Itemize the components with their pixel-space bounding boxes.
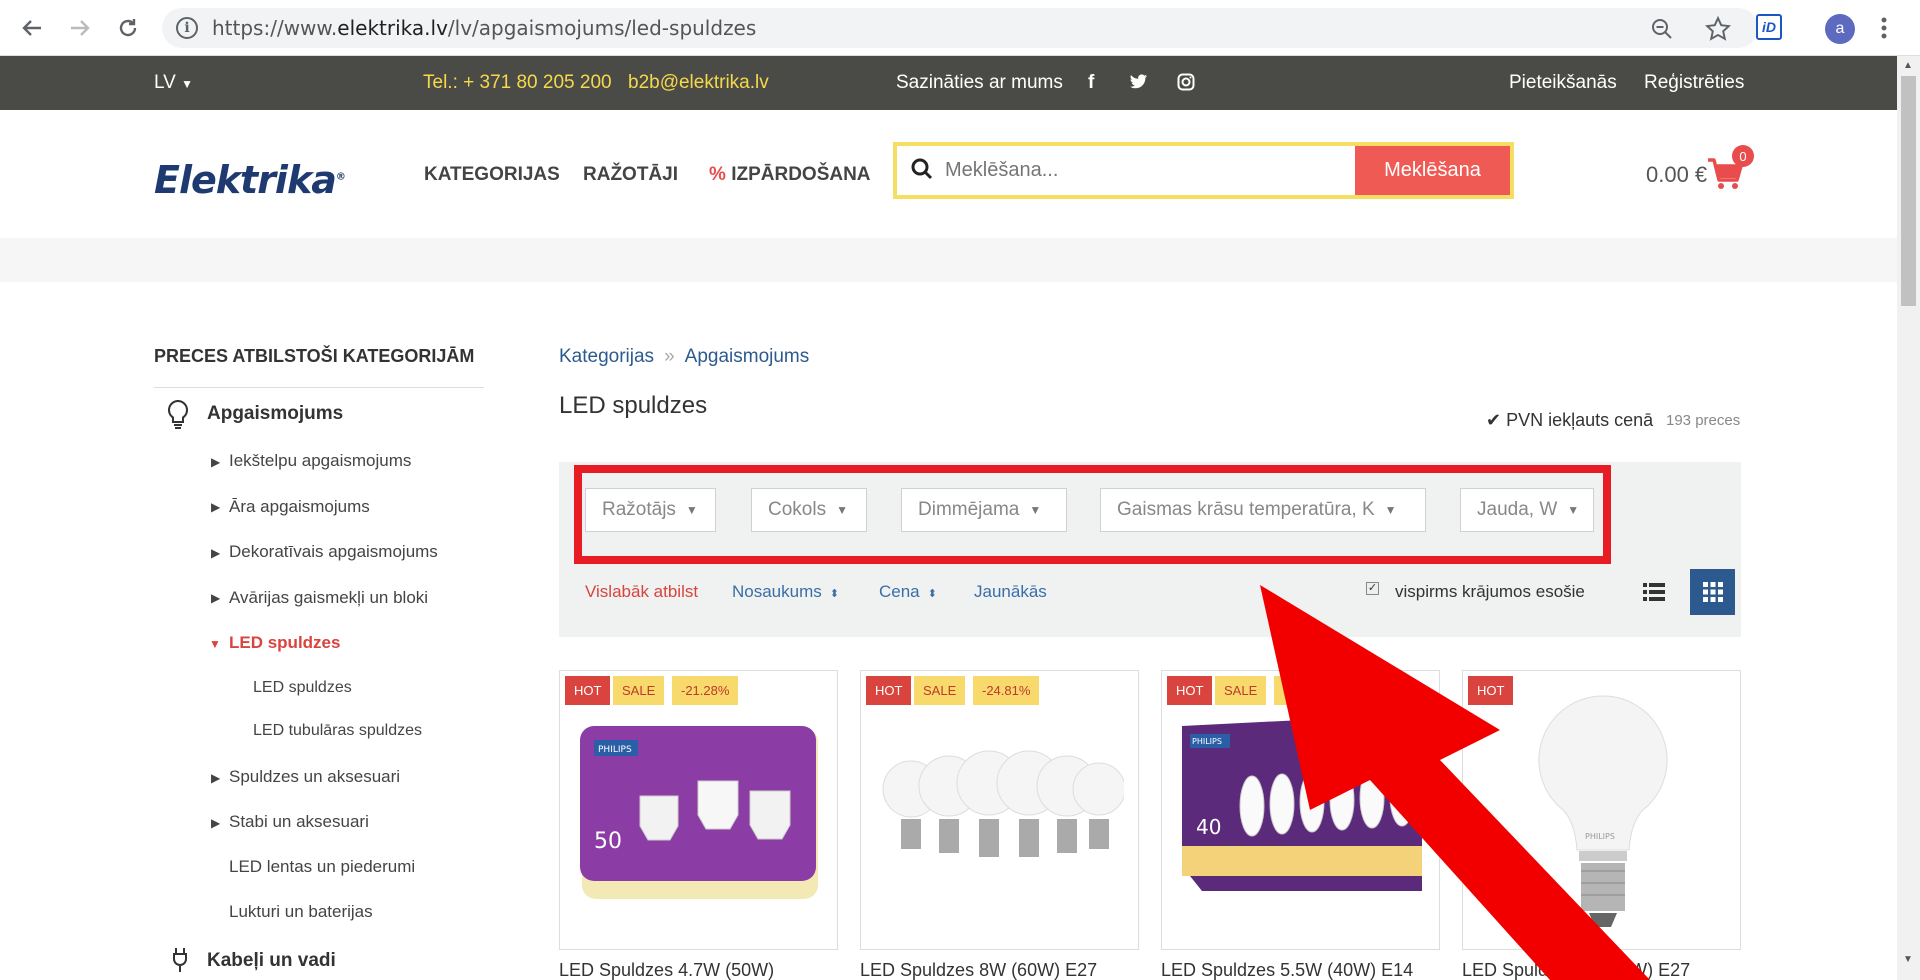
hot-badge: HOT — [1167, 676, 1213, 705]
sidebar-item-indoor[interactable]: Iekštelpu apgaismojums — [229, 451, 411, 471]
chevron-right-icon: ▶ — [211, 816, 221, 830]
cart-count-badge: 0 — [1732, 145, 1754, 167]
product-title[interactable]: LED Spuldzes 4.7W (50W) — [559, 960, 774, 980]
sort-relevance[interactable]: Vislabāk atbilst — [585, 582, 698, 602]
cart-total[interactable]: 0.00 € — [1646, 162, 1707, 188]
register-link[interactable]: Reģistrēties — [1644, 72, 1744, 94]
lightbulb-icon — [167, 399, 189, 429]
product-image: PHILIPS 50 — [580, 726, 818, 899]
sidebar-item-outdoor[interactable]: Āra apgaismojums — [229, 497, 370, 517]
search-button[interactable]: Meklēšana — [1355, 146, 1510, 195]
chevron-right-icon: ▶ — [211, 591, 221, 605]
breadcrumb-separator: » — [664, 346, 675, 367]
menu-sale[interactable]: % IZPĀRDOŠANA — [709, 164, 871, 186]
svg-text:50: 50 — [594, 829, 622, 854]
grid-view-button[interactable] — [1690, 569, 1735, 615]
breadcrumb-categories[interactable]: Kategorijas — [559, 346, 654, 367]
menu-categories[interactable]: KATEGORIJAS — [424, 164, 560, 186]
hot-badge: HOT — [565, 676, 611, 705]
sort-arrows-icon: ⬍ — [927, 588, 937, 600]
header-spacer — [0, 238, 1897, 282]
reload-icon[interactable] — [108, 8, 148, 48]
site-header: Elektrika® KATEGORIJAS RAŽOTĀJI % IZPĀRD… — [0, 110, 1897, 238]
sort-newest[interactable]: Jaunākās — [974, 582, 1047, 602]
sidebar-subitem-led-tubes[interactable]: LED tubulāras spuldzes — [253, 722, 422, 740]
scrollbar-thumb[interactable] — [1901, 76, 1916, 306]
grid-view-icon — [1702, 582, 1723, 602]
sidebar-item-emergency[interactable]: Avārijas gaismekļi un bloki — [229, 588, 428, 608]
sidebar-title: PRECES ATBILSTOŠI KATEGORIJĀM — [154, 346, 475, 366]
sidebar-category-cables[interactable]: Kabeļi un vadi — [207, 950, 336, 972]
product-card[interactable]: HOT SALE -21.28% PHILIPS 50 — [559, 670, 838, 950]
search-icon — [911, 158, 933, 180]
product-count: 193 preces — [1666, 412, 1741, 429]
back-icon[interactable] — [12, 8, 52, 48]
product-card[interactable]: HOT SALE -24.81% — [860, 670, 1139, 950]
search-input[interactable] — [945, 146, 1345, 195]
sidebar-category-apgaismojums[interactable]: Apgaismojums — [207, 403, 343, 425]
page-scrollbar[interactable]: ▲ ▼ — [1897, 56, 1920, 980]
discount-badge: -24.81% — [973, 676, 1040, 705]
annotation-arrow — [1260, 585, 1650, 980]
discount-badge: -21.28% — [672, 676, 739, 705]
phone-link[interactable]: Tel.: + 371 80 205 200 — [423, 72, 612, 94]
forward-icon[interactable] — [60, 8, 100, 48]
instagram-icon[interactable] — [1177, 73, 1195, 97]
chevron-right-icon: ▶ — [211, 771, 221, 785]
sort-arrows-icon: ⬍ — [829, 588, 839, 600]
sort-price[interactable]: Cena ⬍ — [879, 582, 937, 602]
email-link[interactable]: b2b@elektrika.lv — [628, 72, 769, 94]
extension-id-icon[interactable]: iD — [1756, 14, 1782, 40]
sale-badge: SALE — [613, 676, 665, 705]
chevron-right-icon: ▶ — [211, 546, 221, 560]
plug-icon — [173, 948, 187, 972]
sale-badge: SALE — [914, 676, 966, 705]
checkmark-icon: ✔ — [1486, 410, 1502, 430]
svg-text:PHILIPS: PHILIPS — [1192, 737, 1222, 746]
annotation-highlight-frame — [574, 465, 1611, 564]
sidebar-item-decorative[interactable]: Dekoratīvais apgaismojums — [229, 542, 438, 562]
twitter-icon[interactable] — [1130, 74, 1148, 96]
product-image — [882, 750, 1124, 857]
language-selector[interactable]: LV ▼ — [154, 72, 193, 94]
breadcrumb-lighting[interactable]: Apgaismojums — [685, 346, 810, 367]
vat-included-label: ✔ PVN iekļauts cenā — [1486, 410, 1654, 430]
chevron-down-icon: ▼ — [209, 637, 221, 651]
sidebar-item-flashlights[interactable]: Lukturi un baterijas — [229, 902, 373, 922]
zoom-out-icon[interactable] — [1650, 17, 1674, 41]
menu-brands[interactable]: RAŽOTĀJI — [583, 164, 678, 186]
login-link[interactable]: Pieteikšanās — [1509, 72, 1617, 94]
top-info-bar: LV ▼ Tel.: + 371 80 205 200 b2b@elektrik… — [0, 56, 1897, 110]
browser-menu-icon[interactable] — [1878, 14, 1890, 42]
profile-avatar[interactable]: a — [1825, 14, 1855, 44]
svg-text:PHILIPS: PHILIPS — [598, 745, 632, 755]
bookmark-star-icon[interactable] — [1705, 16, 1731, 42]
browser-toolbar: i https://www.elektrika.lv/lv/apgaismoju… — [0, 0, 1920, 56]
svg-text:40: 40 — [1196, 815, 1221, 839]
site-logo[interactable]: Elektrika® — [154, 158, 346, 202]
site-info-icon[interactable]: i — [176, 17, 198, 39]
chevron-right-icon: ▶ — [211, 455, 221, 469]
hot-badge: HOT — [866, 676, 912, 705]
product-title[interactable]: LED Spuldzes 8W (60W) E27 — [860, 960, 1097, 980]
chevron-right-icon: ▶ — [211, 500, 221, 514]
sidebar-divider — [154, 387, 484, 388]
contact-link[interactable]: Sazināties ar mums — [896, 72, 1063, 94]
sidebar-item-led-strips[interactable]: LED lentas un piederumi — [229, 857, 415, 877]
facebook-icon[interactable]: f — [1088, 72, 1094, 94]
scroll-up-icon[interactable]: ▲ — [1903, 60, 1913, 71]
sort-name[interactable]: Nosaukums ⬍ — [732, 582, 839, 602]
url-text: https://www.elektrika.lv/lv/apgaismojums… — [212, 16, 757, 40]
sidebar-item-poles[interactable]: Stabi un aksesuari — [229, 812, 369, 832]
sidebar-subitem-led-bulbs[interactable]: LED spuldzes — [253, 679, 352, 697]
sidebar-item-bulbs-accessories[interactable]: Spuldzes un aksesuari — [229, 767, 400, 787]
address-bar[interactable]: i https://www.elektrika.lv/lv/apgaismoju… — [162, 8, 1758, 48]
sidebar-item-led-bulbs[interactable]: LED spuldzes — [229, 633, 340, 653]
scroll-down-icon[interactable]: ▼ — [1903, 954, 1913, 965]
breadcrumb: Kategorijas » Apgaismojums — [559, 346, 809, 368]
search-box: Meklēšana — [893, 142, 1514, 199]
page-title: LED spuldzes — [559, 392, 708, 419]
